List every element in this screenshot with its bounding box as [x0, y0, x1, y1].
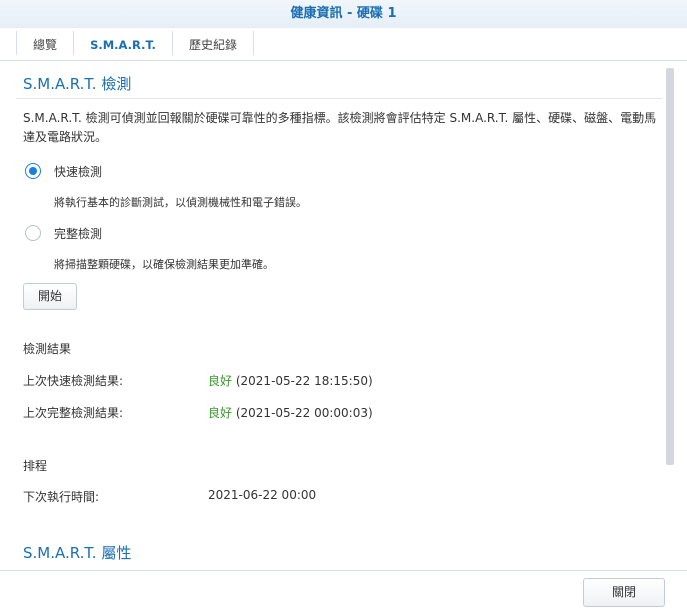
smart-test-description: S.M.A.R.T. 檢測可偵測並回報關於硬碟可靠性的多種指標。該檢測將會評估特…: [23, 111, 657, 144]
quick-result-status: 良好: [208, 374, 233, 388]
window-title: 健康資訊 - 硬碟 1: [0, 0, 687, 28]
quick-result-value: 良好 (2021-05-22 18:15:50): [208, 372, 373, 389]
next-run-label: 下次執行時間:: [23, 490, 100, 504]
quick-result-time: (2021-05-22 18:15:50): [235, 374, 373, 388]
tab-history[interactable]: 歷史紀錄: [173, 31, 253, 59]
quick-result-label: 上次快速檢測結果:: [23, 374, 124, 388]
next-run-value: 2021-06-22 00:00: [208, 488, 317, 502]
extended-test-description: 將掃描整顆硬碟，以確保檢測結果更加準確。: [54, 258, 274, 271]
quick-test-label[interactable]: 快速檢測: [54, 163, 102, 180]
section-divider: [16, 98, 662, 99]
extended-test-radio[interactable]: [25, 225, 41, 241]
start-button[interactable]: 開始: [23, 283, 77, 310]
extended-test-label[interactable]: 完整檢測: [54, 225, 102, 242]
quick-test-description: 將執行基本的診斷測試，以偵測機械性和電子錯誤。: [54, 196, 307, 209]
extended-result-label: 上次完整檢測結果:: [23, 406, 124, 420]
tab-bar: 總覽 S.M.A.R.T. 歷史紀錄: [0, 28, 687, 61]
extended-result-value: 良好 (2021-05-22 00:00:03): [208, 404, 373, 421]
smart-attributes-heading: S.M.A.R.T. 屬性: [23, 544, 132, 562]
dialog-footer: 關閉: [0, 570, 687, 615]
tab-divider: [253, 31, 254, 55]
tab-smart[interactable]: S.M.A.R.T.: [74, 31, 172, 59]
close-button[interactable]: 關閉: [583, 578, 665, 607]
results-heading: 檢測結果: [23, 342, 72, 356]
smart-test-heading: S.M.A.R.T. 檢測: [23, 75, 132, 93]
content-scrollbar[interactable]: [666, 68, 674, 465]
quick-test-radio[interactable]: [25, 163, 41, 179]
extended-result-time: (2021-05-22 00:00:03): [235, 406, 373, 420]
schedule-heading: 排程: [23, 459, 48, 473]
smart-content-panel: S.M.A.R.T. 檢測 S.M.A.R.T. 檢測可偵測並回報關於硬碟可靠性…: [0, 60, 687, 570]
tab-overview[interactable]: 總覽: [17, 31, 73, 59]
extended-result-status: 良好: [208, 406, 233, 420]
